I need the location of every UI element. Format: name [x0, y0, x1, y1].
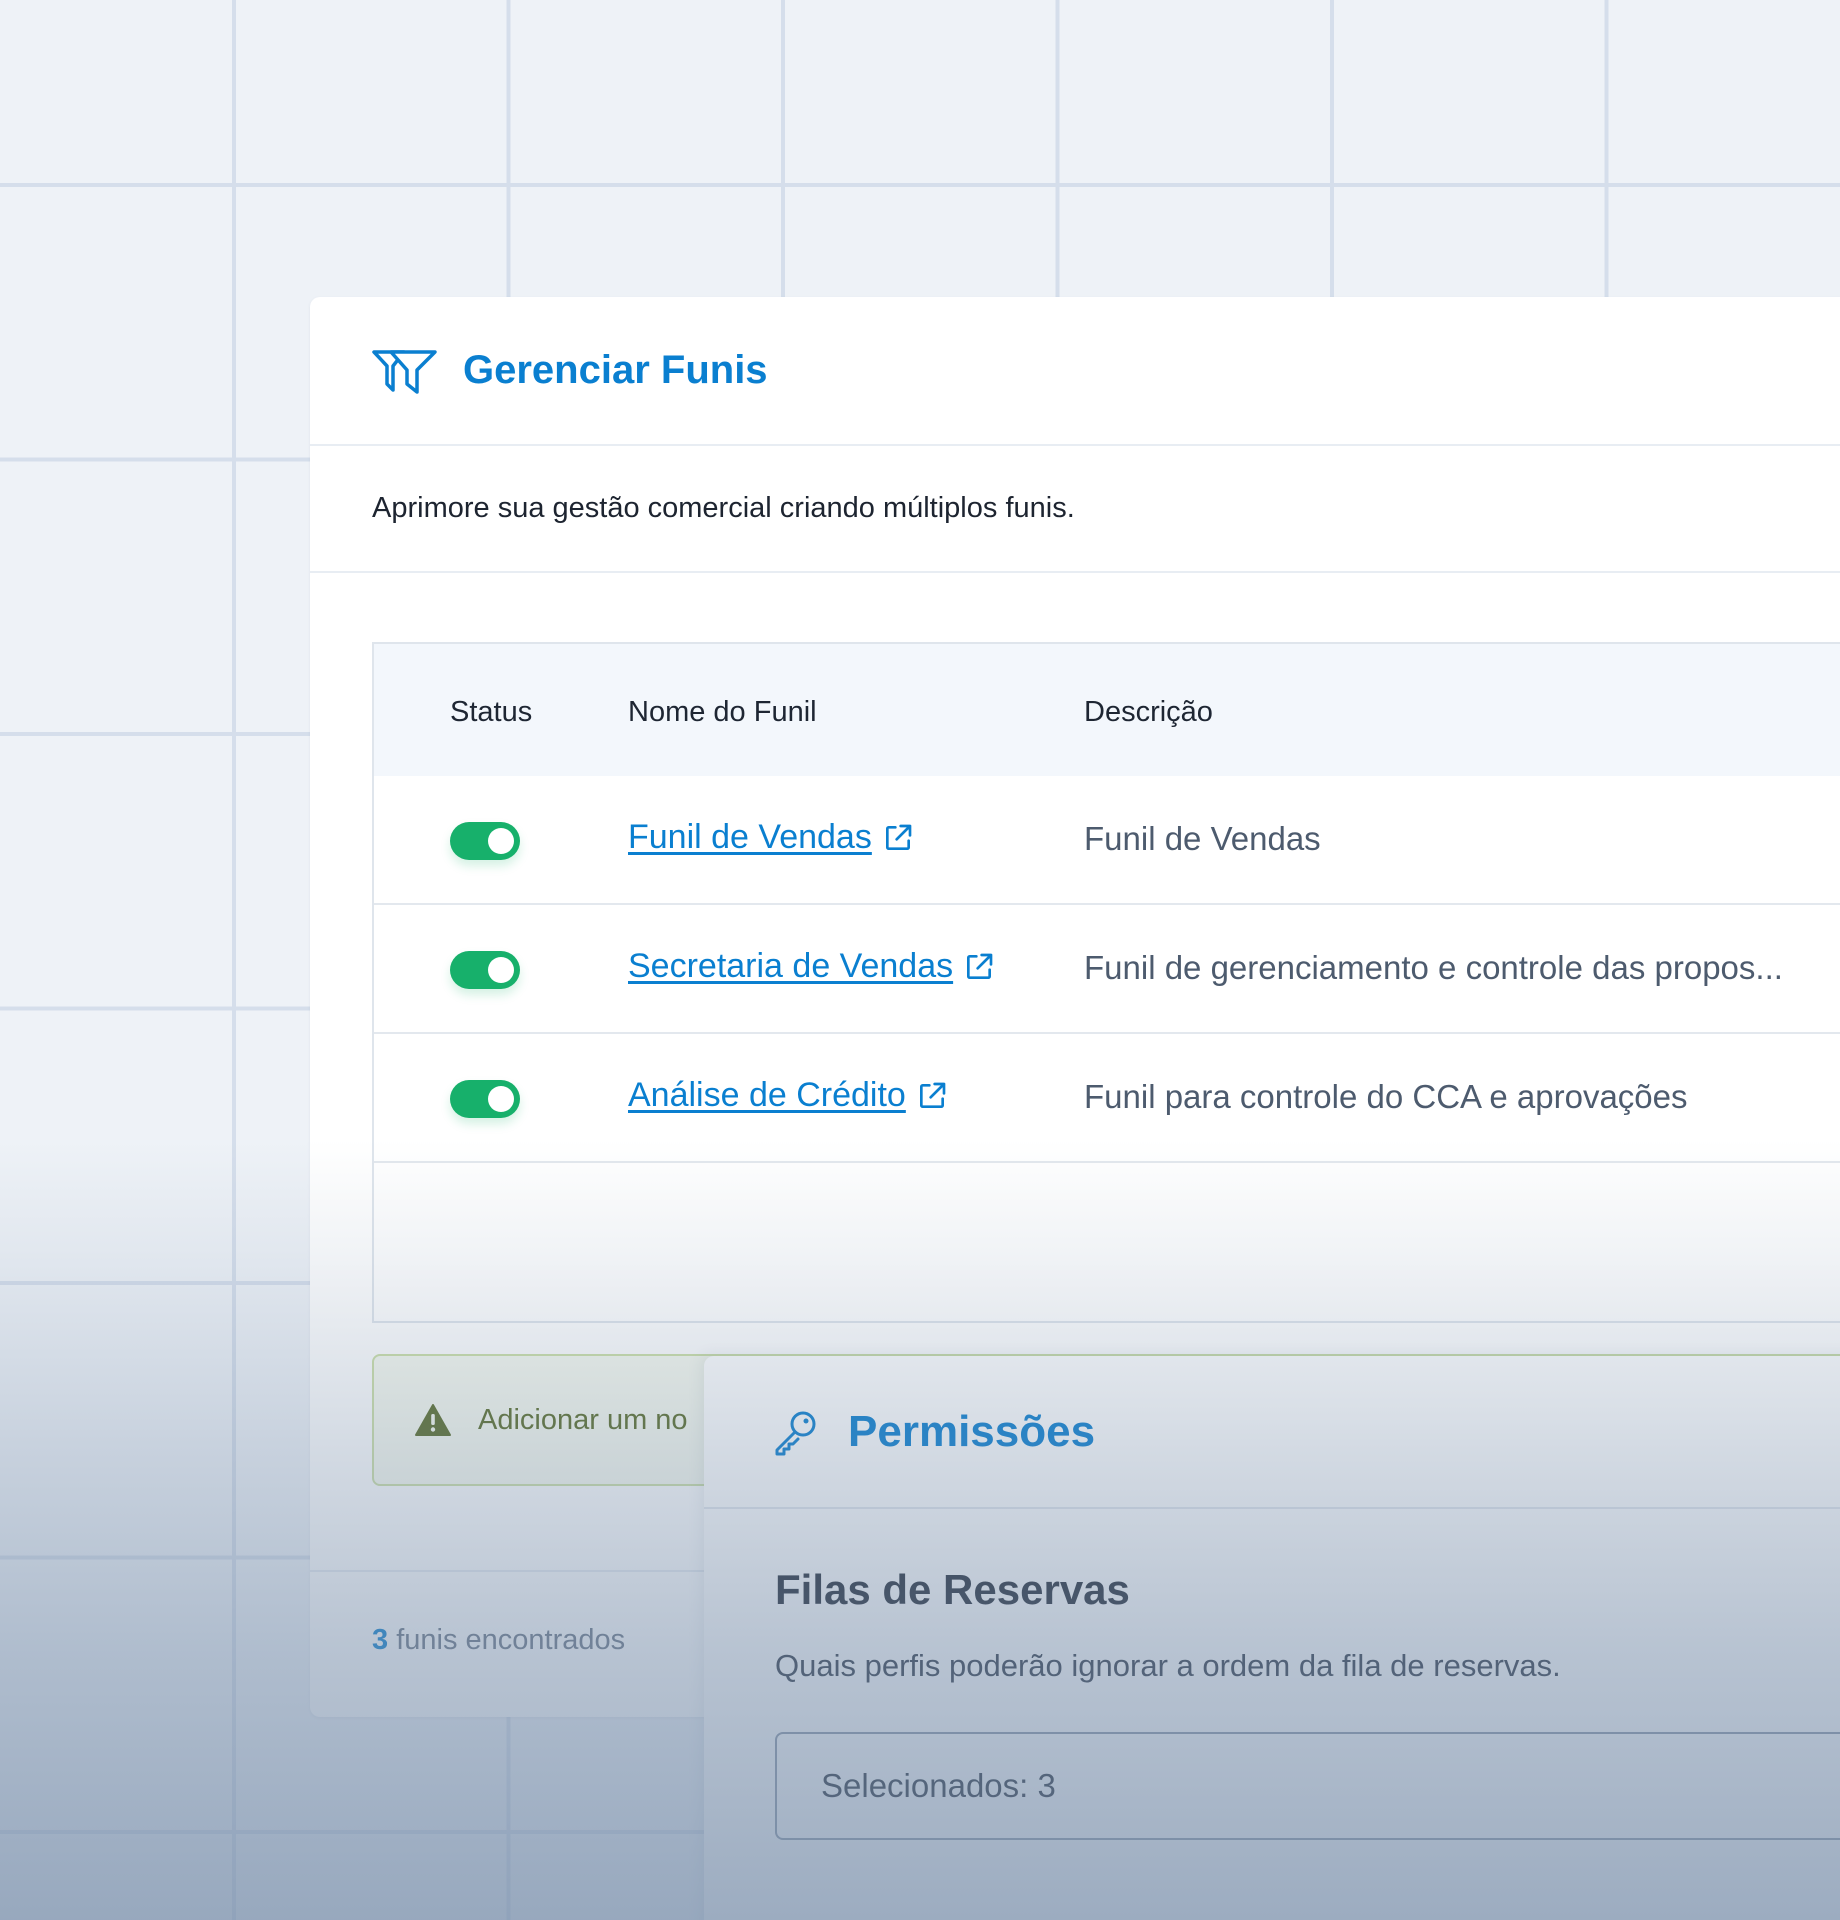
results-count: 3 funis encontrados: [372, 1624, 625, 1657]
funnel-link[interactable]: Análise de Crédito: [628, 1076, 948, 1115]
warning-text: Adicionar um no: [478, 1403, 688, 1436]
page-title: Gerenciar Funis: [463, 348, 768, 392]
warning-icon: [415, 1404, 451, 1436]
funnel-icon: [372, 349, 437, 394]
status-toggle[interactable]: [450, 822, 520, 860]
permissions-card: Permissões Filas de Reservas Quais perfi…: [704, 1356, 1840, 1920]
external-link-icon[interactable]: [916, 1080, 948, 1112]
column-header-description[interactable]: Descrição: [1084, 696, 1213, 729]
status-toggle[interactable]: [450, 1080, 520, 1118]
table-row: Secretaria de Vendas Funil de gerenciame…: [374, 905, 1840, 1034]
permissions-title: Permissões: [848, 1406, 1096, 1456]
select-value: Selecionados: 3: [821, 1767, 1056, 1804]
funnels-table: Status Nome do Funil Descrição Funil de …: [372, 642, 1840, 1323]
funnel-description: Funil para controle do CCA e aprovações: [1084, 1078, 1688, 1115]
column-header-name[interactable]: Nome do Funil: [628, 696, 817, 729]
card-subtitle: Aprimore sua gestão comercial criando mú…: [372, 492, 1075, 524]
section-description: Quais perfis poderão ignorar a ordem da …: [775, 1648, 1561, 1683]
table-header: Status Nome do Funil Descrição: [374, 644, 1840, 776]
profiles-select[interactable]: Selecionados: 3: [775, 1732, 1840, 1840]
results-count-number: 3: [372, 1624, 389, 1656]
column-header-status[interactable]: Status: [450, 696, 532, 729]
external-link-icon[interactable]: [963, 951, 995, 983]
table-row: Análise de Crédito Funil para controle d…: [374, 1034, 1840, 1163]
table-row: Funil de Vendas Funil de Vendas: [374, 776, 1840, 905]
funnel-name[interactable]: Secretaria de Vendas: [628, 947, 953, 986]
key-icon: [775, 1411, 816, 1455]
external-link-icon[interactable]: [882, 822, 914, 854]
funnel-name[interactable]: Funil de Vendas: [628, 818, 872, 857]
card-subtitle-row: Aprimore sua gestão comercial criando mú…: [310, 446, 1840, 573]
card-header: Gerenciar Funis: [310, 297, 1840, 446]
results-count-label: funis encontrados: [388, 1624, 626, 1656]
background-grid: Gerenciar Funis Aprimore sua gestão come…: [0, 0, 1840, 1920]
funnel-name[interactable]: Análise de Crédito: [628, 1076, 906, 1115]
permissions-header: Permissões: [704, 1356, 1840, 1509]
funnel-link[interactable]: Secretaria de Vendas: [628, 947, 995, 986]
funnel-description: Funil de Vendas: [1084, 820, 1321, 857]
status-toggle[interactable]: [450, 951, 520, 989]
section-title: Filas de Reservas: [775, 1566, 1130, 1613]
funnel-description: Funil de gerenciamento e controle das pr…: [1084, 949, 1783, 986]
funnel-link[interactable]: Funil de Vendas: [628, 818, 914, 857]
